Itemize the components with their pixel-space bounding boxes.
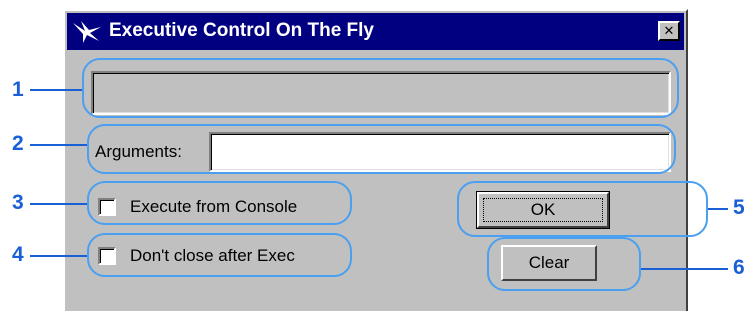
callout-leader-1 bbox=[30, 89, 82, 91]
callout-number-1: 1 bbox=[12, 78, 24, 101]
callout-leader-5 bbox=[708, 208, 728, 210]
callout-leader-4 bbox=[30, 255, 87, 257]
window-title: Executive Control On The Fly bbox=[109, 20, 374, 41]
callout-outline-4 bbox=[87, 233, 352, 277]
callout-number-3: 3 bbox=[12, 191, 24, 214]
callout-outline-3 bbox=[87, 181, 352, 225]
callout-number-2: 2 bbox=[12, 132, 24, 155]
callout-number-5: 5 bbox=[733, 196, 745, 219]
callout-number-4: 4 bbox=[12, 243, 24, 266]
close-button[interactable]: ✕ bbox=[658, 21, 680, 41]
title-bar[interactable]: Executive Control On The Fly ✕ bbox=[67, 13, 684, 50]
callout-outline-2 bbox=[87, 124, 676, 174]
callout-outline-6 bbox=[487, 237, 641, 291]
callout-leader-2 bbox=[30, 144, 87, 146]
close-icon: ✕ bbox=[663, 23, 675, 38]
callout-leader-3 bbox=[30, 203, 87, 205]
callout-outline-1 bbox=[82, 58, 679, 118]
app-icon bbox=[73, 21, 101, 43]
callout-outline-5 bbox=[457, 181, 708, 237]
callout-leader-6 bbox=[641, 268, 728, 270]
callout-number-6: 6 bbox=[733, 256, 745, 279]
